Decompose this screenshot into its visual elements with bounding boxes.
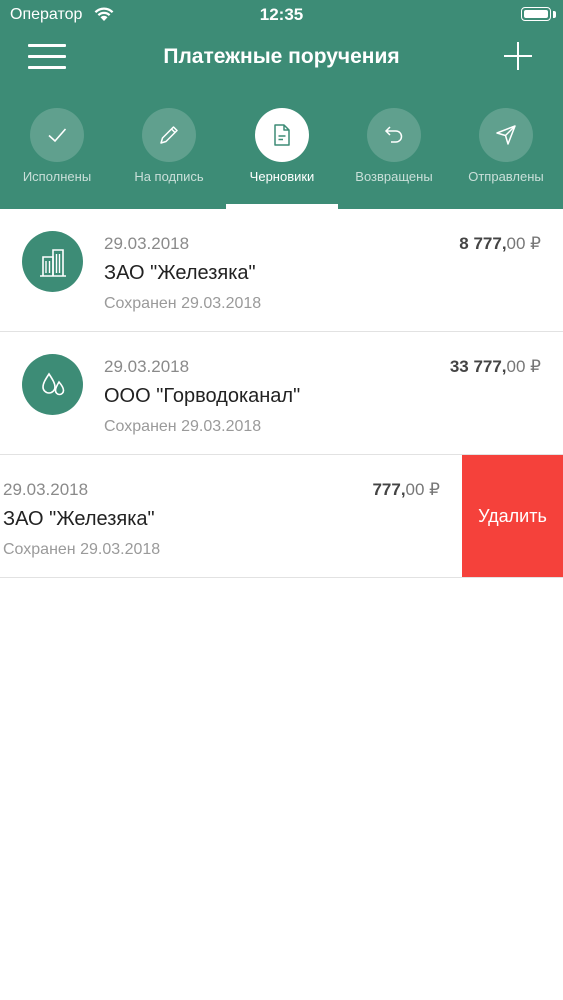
payment-row: 29.03.2018 ООО "Горводоканал" Сохранен 2… (0, 332, 563, 455)
payment-recipient: ООО "Горводоканал" (104, 385, 301, 407)
tab-returned[interactable]: Возвращены (338, 105, 450, 209)
header: Оператор 12:35 Платежные поручения Испол… (0, 0, 563, 209)
tab-label: Отправлены (468, 169, 544, 184)
battery-tip (553, 11, 556, 18)
payment-saved-status: Сохранен 29.03.2018 (104, 418, 262, 435)
pencil-icon (160, 126, 178, 144)
payment-item[interactable]: 29.03.2018 ЗАО "Железяка" Сохранен 29.03… (0, 455, 462, 577)
amount-decimal: 00 ₽ (506, 234, 541, 253)
delete-button[interactable]: Удалить (462, 455, 563, 577)
tab-label: Исполнены (22, 169, 92, 184)
payment-date: 29.03.2018 (104, 234, 190, 253)
payment-amount: 777,00 ₽ (372, 480, 440, 500)
payment-amount: 8 777,00 ₽ (459, 234, 541, 254)
water-drops-icon (22, 354, 83, 415)
payment-recipient: ЗАО "Железяка" (3, 508, 155, 530)
document-icon (274, 124, 290, 146)
status-tabs: Исполнены На подпись Черновики Возвращен… (0, 105, 563, 209)
check-icon (48, 128, 67, 143)
tab-drafts[interactable]: Черновики (226, 105, 338, 209)
payment-date: 29.03.2018 (104, 357, 190, 376)
payment-date: 29.03.2018 (3, 480, 89, 499)
add-plus-icon[interactable] (504, 42, 532, 70)
amount-integer: 8 777, (459, 234, 507, 253)
status-bar: Оператор 12:35 (0, 0, 563, 30)
status-time: 12:35 (259, 5, 304, 24)
page-title: Платежные поручения (163, 45, 400, 68)
tab-executed[interactable]: Исполнены (1, 105, 113, 209)
buildings-icon (22, 231, 83, 292)
payment-recipient: ЗАО "Железяка" (104, 262, 256, 284)
return-arrow-icon (384, 126, 403, 143)
amount-integer: 777, (372, 480, 406, 499)
tab-sent[interactable]: Отправлены (450, 105, 562, 209)
tab-label: Возвращены (355, 169, 433, 184)
paper-plane-icon (496, 125, 516, 145)
payment-amount: 33 777,00 ₽ (450, 357, 541, 377)
payment-row-swiped: 29.03.2018 ЗАО "Железяка" Сохранен 29.03… (0, 455, 563, 578)
payment-row: 29.03.2018 ЗАО "Железяка" Сохранен 29.03… (0, 209, 563, 332)
amount-decimal: 00 ₽ (405, 480, 440, 499)
amount-decimal: 00 ₽ (506, 357, 541, 376)
payment-item[interactable]: 29.03.2018 ООО "Горводоканал" Сохранен 2… (0, 332, 563, 454)
payment-item[interactable]: 29.03.2018 ЗАО "Железяка" Сохранен 29.03… (0, 209, 563, 331)
payment-saved-status: Сохранен 29.03.2018 (3, 541, 161, 558)
tab-label: На подпись (134, 169, 204, 184)
payment-saved-status: Сохранен 29.03.2018 (104, 295, 262, 312)
tab-label: Черновики (249, 169, 315, 184)
battery-icon (521, 7, 551, 21)
amount-integer: 33 777, (449, 357, 507, 376)
tab-to-sign[interactable]: На подпись (113, 105, 225, 209)
